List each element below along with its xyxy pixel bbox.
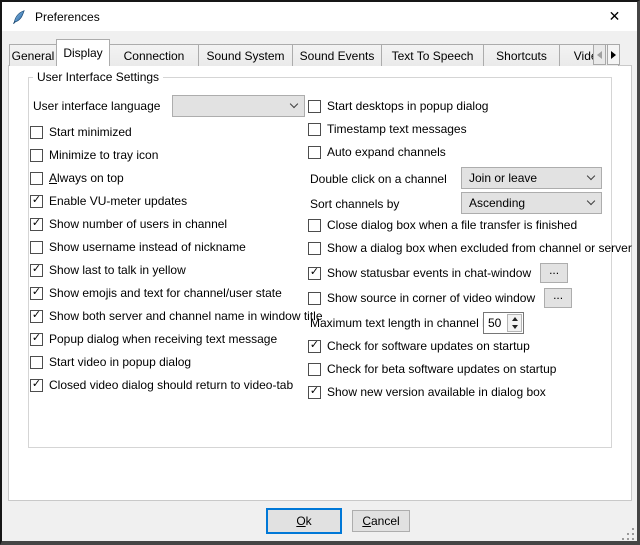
checkbox-desktops-popup[interactable]: Start desktops in popup dialog	[308, 98, 488, 114]
checkbox-new-version-dialog[interactable]: ✓ Show new version available in dialog b…	[308, 384, 546, 400]
checkbox-box[interactable]: ✓	[30, 310, 43, 323]
checkbox-statusbar-events[interactable]: ✓ Show statusbar events in chat-window .…	[308, 263, 568, 283]
checkbox-box[interactable]: ✓	[30, 287, 43, 300]
statusbar-events-more-button[interactable]: ...	[540, 263, 568, 283]
tab-display[interactable]: Display	[56, 39, 110, 66]
checkbox-start-minimized[interactable]: Start minimized	[30, 124, 132, 140]
arrow-left-icon	[597, 51, 602, 59]
checkbox-show-user-count[interactable]: ✓ Show number of users in channel	[30, 216, 227, 232]
checkbox-box[interactable]: ✓	[30, 264, 43, 277]
checkbox-box[interactable]	[30, 356, 43, 369]
checkbox-server-channel-title[interactable]: ✓ Show both server and channel name in w…	[30, 308, 323, 324]
video-source-more-button[interactable]: ...	[544, 288, 572, 308]
max-text-length-spinbox[interactable]: 50	[483, 312, 524, 334]
chevron-down-icon	[587, 197, 595, 205]
titlebar: Preferences ✕	[2, 2, 637, 31]
checkbox-box[interactable]: ✓	[308, 386, 321, 399]
language-label: User interface language	[33, 98, 160, 114]
tab-shortcuts[interactable]: Shortcuts	[483, 44, 560, 66]
checkbox-box[interactable]: ✓	[308, 267, 321, 280]
checkbox-box[interactable]	[30, 241, 43, 254]
checkbox-popup-text-message[interactable]: ✓ Popup dialog when receiving text messa…	[30, 331, 277, 347]
tab-scroll-left-button[interactable]	[593, 44, 606, 65]
checkbox-box[interactable]	[308, 292, 321, 305]
checkbox-box[interactable]	[30, 126, 43, 139]
checkbox-last-to-talk[interactable]: ✓ Show last to talk in yellow	[30, 262, 186, 278]
arrow-right-icon	[611, 51, 616, 59]
checkbox-check-updates[interactable]: ✓ Check for software updates on startup	[308, 338, 530, 354]
spinbox-buttons	[507, 314, 522, 332]
sort-channels-label: Sort channels by	[310, 196, 399, 212]
chevron-down-icon	[587, 172, 595, 180]
checkbox-timestamp-messages[interactable]: Timestamp text messages	[308, 121, 467, 137]
checkbox-box[interactable]: ✓	[308, 340, 321, 353]
tab-bar: General Display Connection Sound System …	[9, 39, 623, 66]
tab-scroll-right-button[interactable]	[607, 44, 620, 65]
checkbox-box[interactable]	[308, 146, 321, 159]
chevron-down-icon	[290, 100, 298, 108]
arrow-up-icon	[512, 317, 518, 321]
window-title: Preferences	[35, 10, 100, 24]
checkbox-box[interactable]	[30, 149, 43, 162]
app-logo-icon	[11, 9, 27, 25]
double-click-combobox[interactable]: Join or leave	[461, 167, 602, 189]
checkbox-box[interactable]	[308, 123, 321, 136]
spin-up-button[interactable]	[508, 315, 521, 323]
checkbox-minimize-to-tray[interactable]: Minimize to tray icon	[30, 147, 158, 163]
checkbox-vu-meter-updates[interactable]: ✓ Enable VU-meter updates	[30, 193, 187, 209]
checkbox-video-popup[interactable]: Start video in popup dialog	[30, 354, 191, 370]
checkbox-box[interactable]: ✓	[30, 333, 43, 346]
double-click-label: Double click on a channel	[310, 171, 447, 187]
checkbox-box[interactable]	[308, 100, 321, 113]
tab-sound-system[interactable]: Sound System	[198, 44, 293, 66]
group-title: User Interface Settings	[33, 70, 163, 84]
cancel-button[interactable]: Cancel	[352, 510, 410, 532]
arrow-down-icon	[512, 325, 518, 329]
checkbox-box[interactable]	[308, 219, 321, 232]
checkbox-show-emojis[interactable]: ✓ Show emojis and text for channel/user …	[30, 285, 282, 301]
checkbox-box[interactable]: ✓	[30, 379, 43, 392]
checkbox-always-on-top[interactable]: Always on top	[30, 170, 124, 186]
close-button[interactable]: ✕	[592, 2, 637, 31]
tab-connection[interactable]: Connection	[109, 44, 199, 66]
checkbox-closed-video-return[interactable]: ✓ Closed video dialog should return to v…	[30, 377, 293, 393]
checkbox-box[interactable]	[308, 242, 321, 255]
max-text-length-label: Maximum text length in channel list	[310, 315, 497, 331]
ok-button[interactable]: Ok	[266, 508, 342, 534]
language-combobox[interactable]	[172, 95, 305, 117]
checkbox-close-on-transfer[interactable]: Close dialog box when a file transfer is…	[308, 217, 577, 233]
tab-general[interactable]: General	[9, 44, 57, 66]
sort-channels-combobox[interactable]: Ascending	[461, 192, 602, 214]
resize-grip[interactable]	[622, 528, 634, 540]
checkbox-box[interactable]: ✓	[30, 195, 43, 208]
checkbox-show-username[interactable]: Show username instead of nickname	[30, 239, 246, 255]
checkbox-box[interactable]	[308, 363, 321, 376]
tab-text-to-speech[interactable]: Text To Speech	[381, 44, 484, 66]
checkbox-check-beta-updates[interactable]: Check for beta software updates on start…	[308, 361, 556, 377]
checkbox-auto-expand[interactable]: Auto expand channels	[308, 144, 446, 160]
checkbox-excluded-dialog[interactable]: Show a dialog box when excluded from cha…	[308, 240, 632, 256]
tab-scroll-buttons	[592, 44, 620, 65]
spinbox-value[interactable]: 50	[485, 314, 507, 332]
preferences-dialog: Preferences ✕ General Display Connection…	[0, 0, 640, 545]
checkbox-box[interactable]	[30, 172, 43, 185]
close-icon: ✕	[609, 8, 621, 25]
checkbox-video-source-corner[interactable]: Show source in corner of video window ..…	[308, 288, 572, 308]
tab-sound-events[interactable]: Sound Events	[292, 44, 382, 66]
spin-down-button[interactable]	[508, 323, 521, 331]
checkbox-box[interactable]: ✓	[30, 218, 43, 231]
